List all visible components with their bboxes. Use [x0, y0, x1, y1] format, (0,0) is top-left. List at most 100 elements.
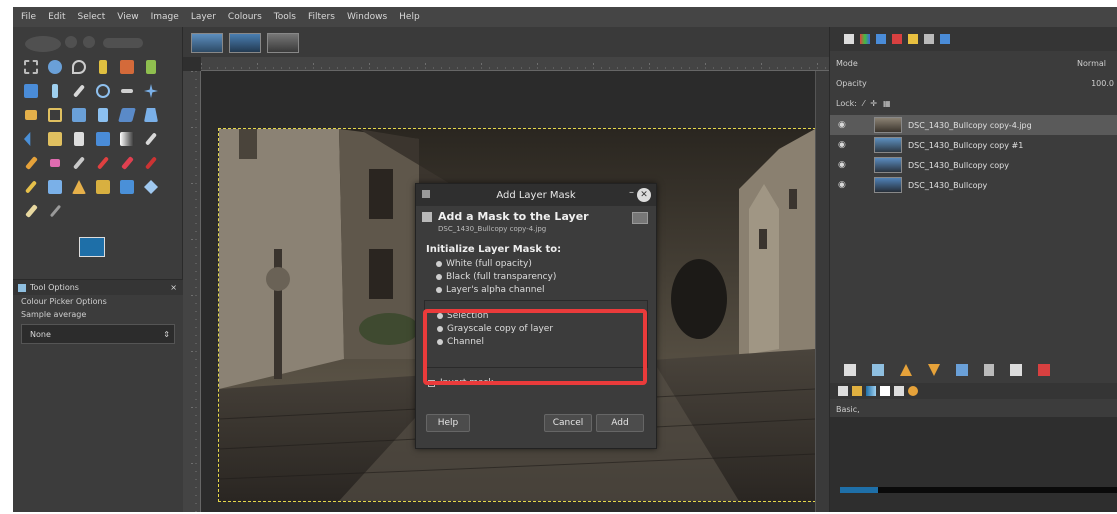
menu-filters[interactable]: Filters	[306, 12, 337, 22]
image-tab-1[interactable]	[191, 33, 223, 53]
pencil-tool-icon[interactable]	[141, 129, 161, 149]
anchor-layer-icon[interactable]	[984, 364, 994, 376]
menu-file[interactable]: File	[19, 12, 38, 22]
lasso-tool-icon[interactable]	[69, 57, 89, 77]
palettes-icon[interactable]	[880, 386, 890, 396]
mask-layer-icon[interactable]	[1010, 364, 1022, 376]
radio-icon[interactable]	[436, 286, 442, 293]
visibility-eye-icon[interactable]: ◉	[838, 160, 846, 170]
paintbrush-tool-icon[interactable]	[21, 153, 41, 173]
unified-transform-tool-icon[interactable]	[141, 177, 161, 197]
menu-help[interactable]: Help	[397, 12, 422, 22]
measure-tool-icon[interactable]	[117, 81, 137, 101]
scissors-tool-icon[interactable]	[141, 57, 161, 77]
rect-select-tool-icon[interactable]	[21, 57, 41, 77]
lock-pixels-icon[interactable]: ⁄	[863, 99, 864, 108]
vertical-scrollbar[interactable]	[815, 71, 829, 512]
color-picker-tool-icon[interactable]	[69, 81, 89, 101]
menu-tools[interactable]: Tools	[272, 12, 298, 22]
ellipse-select-tool-icon[interactable]	[45, 57, 65, 77]
option-layer-alpha[interactable]: Layer's alpha channel	[416, 283, 656, 296]
lock-position-icon[interactable]: ✛	[870, 99, 877, 108]
menu-view[interactable]: View	[115, 12, 140, 22]
delete-layer-icon[interactable]	[1038, 364, 1050, 376]
shear-tool-icon[interactable]	[117, 105, 137, 125]
pointer-tab-icon[interactable]	[924, 34, 934, 44]
paths-tab-icon[interactable]	[876, 34, 886, 44]
flip-tool-icon[interactable]	[21, 129, 41, 149]
minimize-icon[interactable]: –	[629, 187, 634, 198]
menu-layer[interactable]: Layer	[189, 12, 218, 22]
cancel-button[interactable]: Cancel	[544, 414, 592, 432]
menu-select[interactable]: Select	[76, 12, 108, 22]
new-layer-group-icon[interactable]	[872, 364, 884, 376]
layer-row[interactable]: ◉ DSC_1430_Bullcopy copy-4.jpg	[830, 115, 1117, 135]
help-button[interactable]: Help	[426, 414, 470, 432]
airbrush-tool-icon[interactable]	[69, 153, 89, 173]
visibility-eye-icon[interactable]: ◉	[838, 120, 846, 130]
fuzzy-select-tool-icon[interactable]	[93, 57, 113, 77]
gradients-icon[interactable]	[866, 386, 876, 396]
image-tab-2[interactable]	[229, 33, 261, 53]
paths-tool-icon[interactable]	[45, 81, 65, 101]
fg-bg-colors[interactable]	[79, 237, 119, 269]
brush-size-bar[interactable]	[840, 487, 1117, 493]
cage-tool-icon[interactable]	[45, 129, 65, 149]
mode-row[interactable]: Mode Normal	[830, 55, 1117, 71]
brushes-grid-icon[interactable]	[838, 386, 848, 396]
gradient-tool-icon[interactable]	[117, 129, 137, 149]
foreground-select-tool-icon[interactable]	[21, 81, 41, 101]
move-tool-icon[interactable]	[141, 81, 161, 101]
lock-alpha-icon[interactable]: ▦	[883, 99, 891, 108]
brushes-panel[interactable]	[830, 417, 1117, 512]
brushes-tab-icon[interactable]	[908, 34, 918, 44]
undo-tab-icon[interactable]	[892, 34, 902, 44]
mypaint-brush-tool-icon[interactable]	[21, 201, 41, 221]
image-tab-3[interactable]	[267, 33, 299, 53]
tool-options-tab[interactable]: Tool Options ×	[13, 279, 183, 295]
menu-colours[interactable]: Colours	[226, 12, 264, 22]
warp-tool-icon[interactable]	[93, 177, 113, 197]
by-color-select-tool-icon[interactable]	[117, 57, 137, 77]
handle-transform-tool-icon[interactable]	[117, 177, 137, 197]
sample-average-option[interactable]: Sample average	[13, 308, 183, 321]
tool-options-combo[interactable]: None ⇕	[21, 324, 175, 344]
option-white-full-opacity[interactable]: White (full opacity)	[416, 257, 656, 270]
visibility-eye-icon[interactable]: ◉	[838, 180, 846, 190]
close-icon[interactable]: ✕	[637, 188, 651, 202]
dodge-burn-tool-icon[interactable]	[69, 177, 89, 197]
images-tab-icon[interactable]	[940, 34, 950, 44]
blur-tool-icon[interactable]	[45, 177, 65, 197]
fonts-icon[interactable]	[894, 386, 904, 396]
radio-icon[interactable]	[436, 260, 442, 267]
smudge-tool-icon[interactable]	[21, 177, 41, 197]
mode-value[interactable]: Normal	[1077, 59, 1106, 68]
heal-tool-icon[interactable]	[141, 153, 161, 173]
text-tool-icon[interactable]	[69, 129, 89, 149]
bucket-fill-tool-icon[interactable]	[93, 129, 113, 149]
perspective-tool-icon[interactable]	[141, 105, 161, 125]
dialog-titlebar[interactable]: Add Layer Mask – ✕	[416, 184, 656, 206]
menu-image[interactable]: Image	[149, 12, 181, 22]
patterns-icon[interactable]	[852, 386, 862, 396]
eraser-tool-icon[interactable]	[45, 153, 65, 173]
layer-row[interactable]: ◉ DSC_1430_Bullcopy copy #1	[830, 135, 1117, 155]
layer-row[interactable]: ◉ DSC_1430_Bullcopy copy	[830, 155, 1117, 175]
foreground-color-swatch[interactable]	[79, 237, 105, 257]
ink-tool-icon[interactable]	[93, 153, 113, 173]
new-layer-icon[interactable]	[844, 364, 856, 376]
add-button[interactable]: Add	[596, 414, 644, 432]
align-tool-icon[interactable]	[21, 105, 41, 125]
zoom-tool-icon[interactable]	[93, 81, 113, 101]
opacity-value[interactable]: 100.0	[1091, 79, 1114, 88]
scale-tool-icon[interactable]	[93, 105, 113, 125]
rotate-tool-icon[interactable]	[69, 105, 89, 125]
menu-windows[interactable]: Windows	[345, 12, 389, 22]
layers-tab-icon[interactable]	[844, 34, 854, 44]
dynamics-icon[interactable]	[908, 386, 918, 396]
seamless-clone-tool-icon[interactable]	[45, 201, 65, 221]
raise-layer-icon[interactable]	[900, 364, 912, 376]
opacity-row[interactable]: Opacity 100.0	[830, 75, 1117, 91]
close-icon[interactable]: ×	[170, 283, 177, 292]
lower-layer-icon[interactable]	[928, 364, 940, 376]
